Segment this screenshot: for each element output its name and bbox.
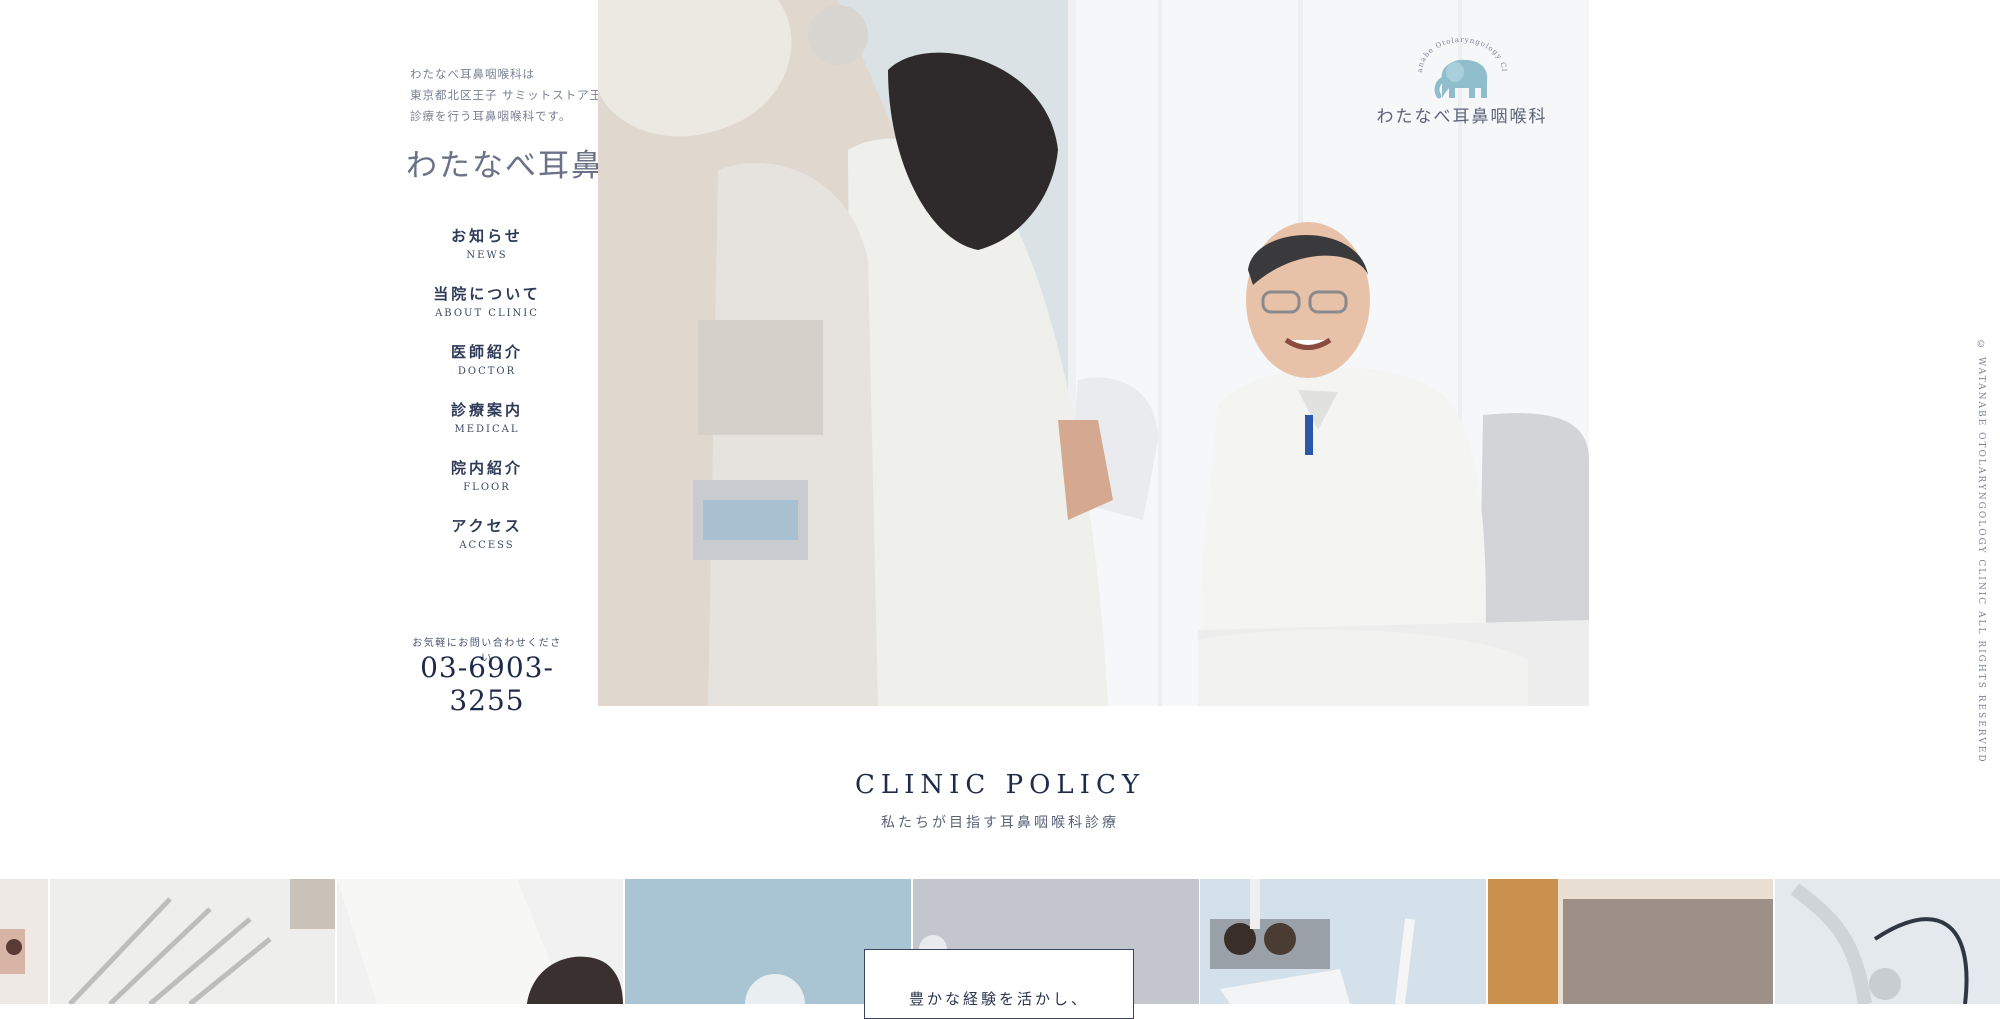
nav-item-sublabel: DOCTOR: [457, 366, 517, 377]
nav-item-sublabel: ABOUT CLINIC: [435, 308, 539, 319]
photo-tile: [337, 879, 623, 1004]
nav-item-label: アクセス: [451, 517, 523, 535]
nav-item-floor[interactable]: 院内紹介 FLOOR: [408, 458, 566, 516]
clinic-logo[interactable]: Watanabe Otolaryngology Clinic わたなべ耳鼻咽喉科: [1362, 30, 1562, 127]
nav-item-about-clinic[interactable]: 当院について ABOUT CLINIC: [408, 284, 566, 342]
photo-tile: [1488, 879, 1773, 1004]
nav-item-label: 当院について: [433, 285, 541, 303]
main-nav: お知らせ NEWS 当院について ABOUT CLINIC 医師紹介 DOCTO…: [408, 226, 566, 574]
copyright-text: © WATANABE OTOLARYNGOLOGY CLINIC ALL RIG…: [1976, 340, 1986, 764]
policy-card-text: 豊かな経験を活かし、: [908, 990, 1089, 1008]
photo-tile: [1200, 879, 1486, 1004]
nav-item-medical[interactable]: 診療案内 MEDICAL: [408, 400, 566, 458]
elephant-icon: Watanabe Otolaryngology Clinic: [1397, 30, 1507, 99]
logo-name: わたなべ耳鼻咽喉科: [1376, 107, 1548, 127]
nav-item-label: 院内紹介: [450, 459, 523, 477]
nav-item-label: 診療案内: [450, 401, 523, 419]
nav-item-news[interactable]: お知らせ NEWS: [408, 226, 566, 284]
nav-item-doctor[interactable]: 医師紹介 DOCTOR: [408, 342, 566, 400]
photo-tile: [50, 879, 335, 1004]
nav-item-label: 医師紹介: [450, 343, 523, 361]
photo-tile: [1775, 879, 2000, 1004]
nav-item-access[interactable]: アクセス ACCESS: [408, 516, 566, 574]
nav-item-sublabel: NEWS: [466, 250, 508, 261]
photo-tile: [0, 879, 48, 1004]
phone-number-link[interactable]: 03-6903-3255: [400, 651, 574, 717]
nav-item-label: お知らせ: [451, 227, 523, 245]
nav-item-sublabel: ACCESS: [459, 540, 515, 551]
section-subtitle: 私たちが目指す耳鼻咽喉科診療: [881, 815, 1119, 831]
section-title: CLINIC POLICY: [854, 770, 1145, 800]
policy-card: 豊かな経験を活かし、: [864, 949, 1134, 1019]
nav-item-sublabel: MEDICAL: [454, 424, 520, 435]
nav-item-sublabel: FLOOR: [463, 482, 511, 493]
